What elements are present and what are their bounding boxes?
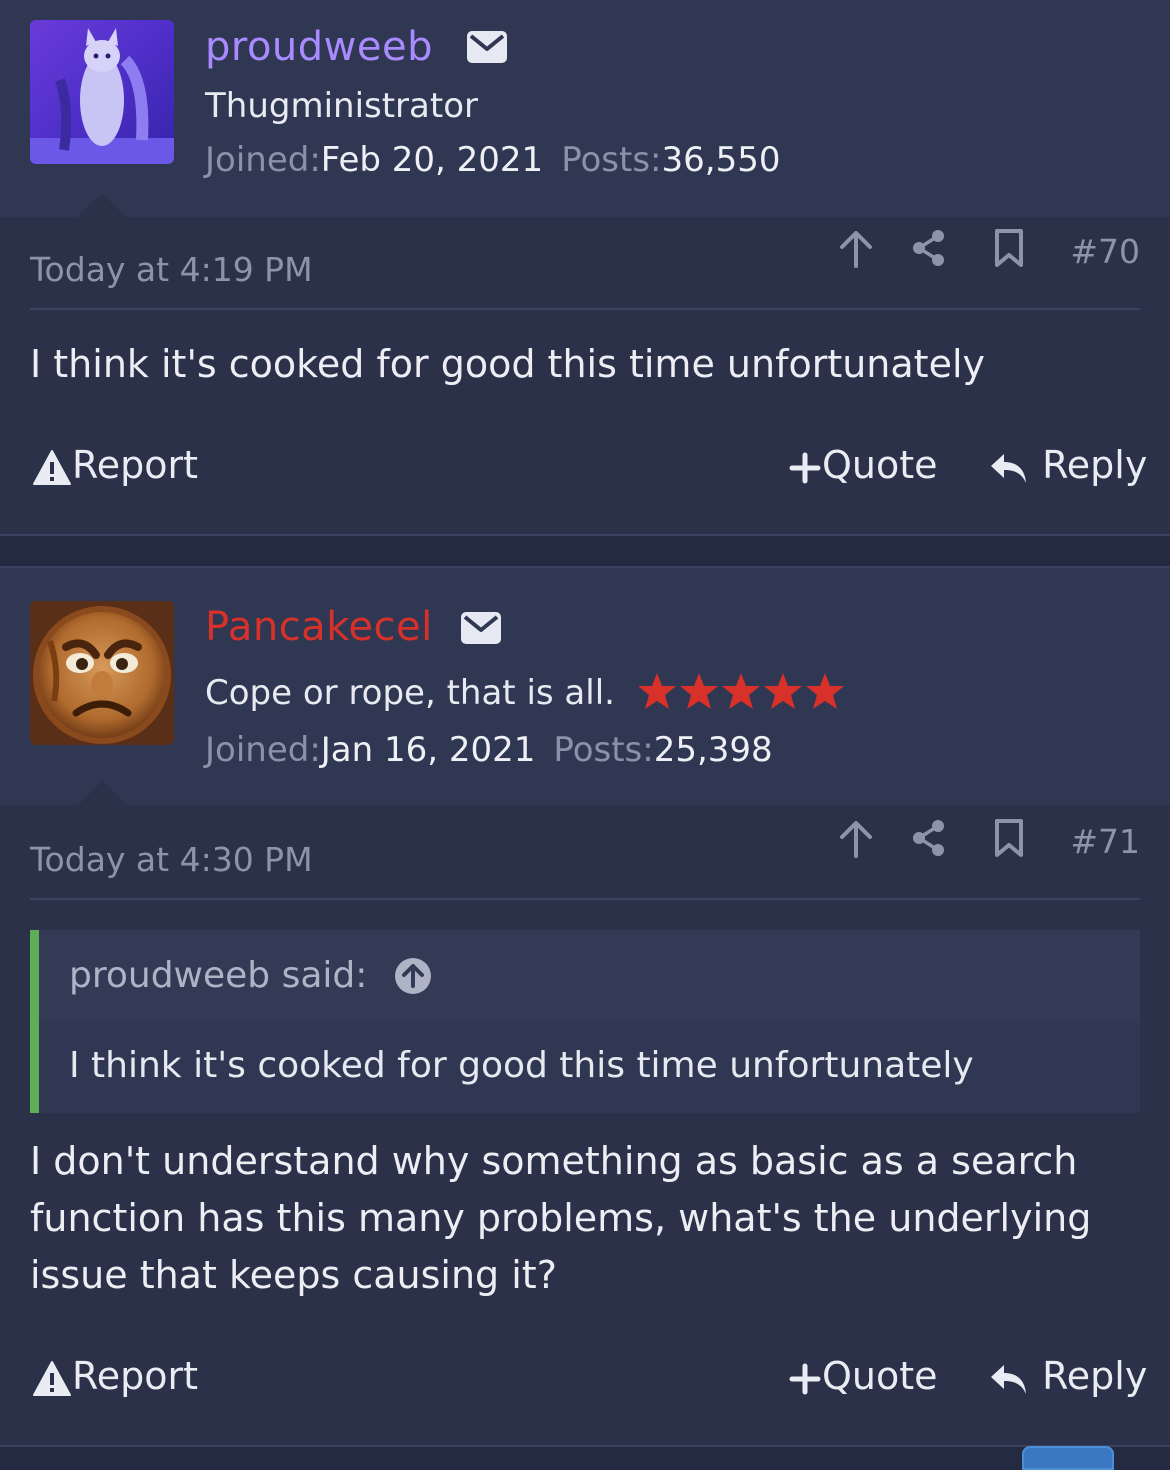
plus-icon — [789, 452, 821, 483]
post-body: I don't understand why something as basi… — [30, 1139, 1092, 1297]
post-timestamp[interactable]: Today at 4:30 PM — [30, 840, 313, 880]
username[interactable]: Pancakecel — [205, 602, 433, 652]
star-icon — [806, 673, 844, 709]
post-actions: Report Quote Reply — [30, 1347, 1147, 1407]
author-arrow — [76, 192, 128, 218]
star-icon — [764, 673, 802, 709]
author-arrow — [76, 780, 128, 806]
bookmark-icon[interactable] — [993, 818, 1025, 858]
star-rating — [638, 673, 844, 709]
joined-label: Joined: — [205, 730, 321, 770]
post-number[interactable]: #70 — [1070, 232, 1140, 272]
arrow-up-circle-icon[interactable] — [393, 956, 433, 996]
reply-button[interactable]: Reply — [988, 436, 1147, 494]
posts-label: Posts: — [553, 730, 654, 770]
quote-block: proudweeb said: I think it's cooked for … — [30, 930, 1140, 1113]
arrow-up-icon[interactable] — [838, 228, 874, 268]
report-button[interactable]: Report — [32, 1347, 198, 1405]
report-label: Report — [72, 1354, 198, 1398]
username[interactable]: proudweeb — [205, 22, 433, 72]
star-icon — [680, 673, 718, 709]
posts-value: 25,398 — [653, 730, 773, 770]
share-icon[interactable] — [911, 818, 947, 858]
quote-author: proudweeb said: — [69, 955, 368, 996]
quote-button[interactable]: Quote — [788, 1347, 938, 1405]
avatar[interactable] — [30, 20, 174, 164]
post-71: Pancakecel Cope or rope, that is all. Jo… — [0, 566, 1170, 1447]
bookmark-icon[interactable] — [993, 228, 1025, 268]
warning-icon — [33, 449, 71, 485]
joined-value: Feb 20, 2021 — [320, 140, 544, 180]
post-timestamp[interactable]: Today at 4:19 PM — [30, 250, 313, 290]
reply-label: Reply — [1042, 443, 1148, 487]
joined-label: Joined: — [205, 140, 321, 180]
reply-icon — [991, 453, 1026, 483]
warning-icon — [33, 1360, 71, 1396]
floating-tab[interactable] — [1022, 1446, 1114, 1470]
user-title: Cope or rope, that is all. — [205, 673, 615, 713]
report-button[interactable]: Report — [32, 436, 198, 494]
star-icon — [722, 673, 760, 709]
arrow-up-icon[interactable] — [838, 818, 874, 858]
reply-icon — [991, 1364, 1026, 1394]
post-author-block: Pancakecel Cope or rope, that is all. Jo… — [0, 568, 1170, 806]
post-body: I think it's cooked for good this time u… — [30, 342, 985, 386]
reply-label: Reply — [1042, 1354, 1148, 1398]
quote-label: Quote — [822, 1354, 938, 1398]
avatar[interactable] — [30, 601, 174, 745]
post-meta: Today at 4:30 PM #71 — [30, 818, 1140, 900]
quote-button[interactable]: Quote — [788, 436, 938, 494]
quote-label: Quote — [822, 443, 938, 487]
report-label: Report — [72, 443, 198, 487]
plus-icon — [789, 1363, 821, 1394]
user-title: Thugministrator — [205, 86, 478, 126]
star-icon — [638, 673, 676, 709]
quote-text: I think it's cooked for good this time u… — [69, 1045, 974, 1086]
mail-icon[interactable] — [460, 611, 502, 645]
joined-value: Jan 16, 2021 — [320, 730, 536, 770]
user-stats: Joined:Jan 16, 2021 Posts:25,398 — [205, 729, 773, 771]
post-actions: Report Quote Reply — [30, 436, 1147, 496]
post-number[interactable]: #71 — [1070, 822, 1140, 862]
quote-header[interactable]: proudweeb said: — [39, 930, 1140, 1022]
posts-label: Posts: — [561, 140, 662, 180]
post-70: proudweeb Thugministrator Joined:Feb 20,… — [0, 0, 1170, 536]
mail-icon[interactable] — [466, 30, 508, 64]
share-icon[interactable] — [911, 228, 947, 268]
posts-value: 36,550 — [661, 140, 781, 180]
post-author-block: proudweeb Thugministrator Joined:Feb 20,… — [0, 0, 1170, 218]
user-stats: Joined:Feb 20, 2021 Posts:36,550 — [205, 139, 780, 181]
post-meta: Today at 4:19 PM #70 — [30, 228, 1140, 310]
reply-button[interactable]: Reply — [988, 1347, 1147, 1405]
